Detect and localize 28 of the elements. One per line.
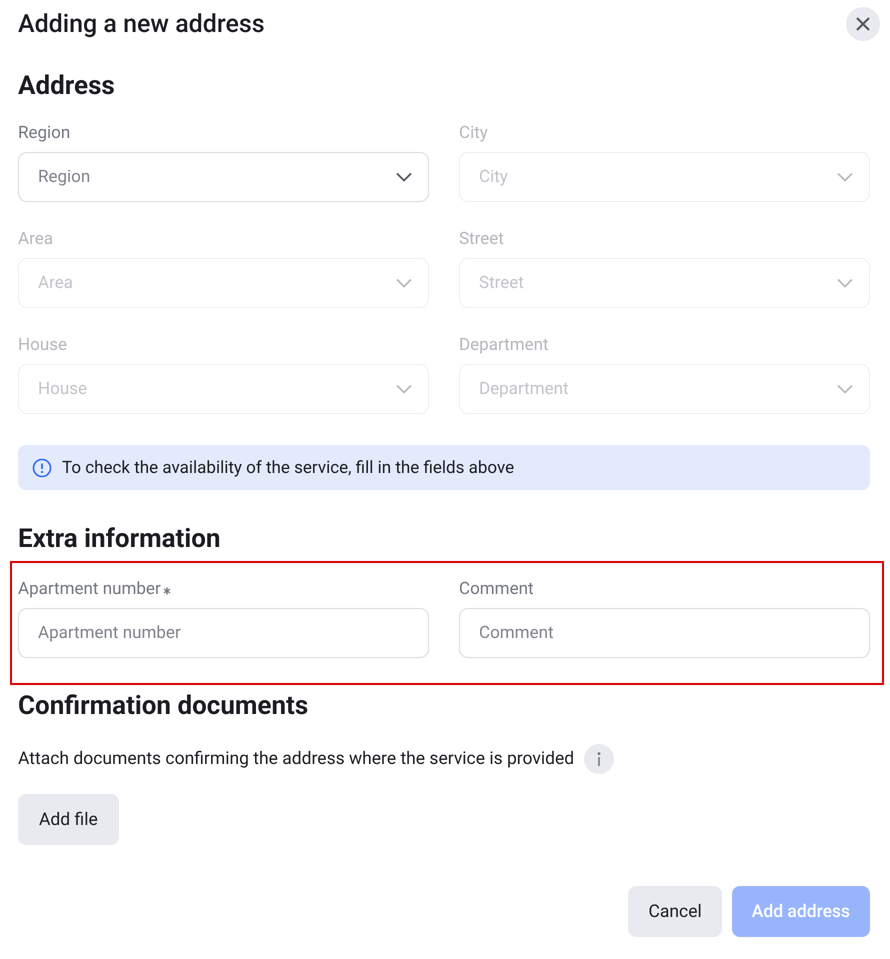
close-icon — [856, 17, 870, 31]
field-label: Street — [459, 228, 504, 250]
field-label: Area — [18, 228, 53, 250]
chevron-down-icon — [396, 384, 412, 394]
field-label: House — [18, 334, 67, 356]
field-label: City — [459, 122, 488, 144]
field-label: Apartment number — [18, 578, 161, 600]
input-field[interactable]: Comment — [459, 608, 870, 658]
chevron-down-icon — [396, 278, 412, 288]
chevron-down-icon — [837, 278, 853, 288]
select-field[interactable]: Region — [18, 152, 429, 202]
field-label: Region — [18, 122, 70, 144]
add-file-button[interactable]: Add file — [18, 794, 119, 845]
cancel-button[interactable]: Cancel — [628, 886, 722, 937]
input-field[interactable]: Apartment number — [18, 608, 429, 658]
chevron-down-icon — [396, 172, 412, 182]
close-button[interactable] — [846, 7, 880, 41]
section-heading: Extra information — [18, 523, 222, 555]
notice-text: To check the availability of the service, fill in the fields above — [62, 458, 514, 478]
field-label: Department — [459, 334, 549, 356]
documents-hint: Attach documents confirming the address where the service is provided — [18, 749, 574, 769]
section-heading: Confirmation documents — [18, 690, 310, 722]
section-heading: Address — [18, 70, 116, 102]
chevron-down-icon — [837, 172, 853, 182]
field-label: Comment — [459, 578, 534, 600]
dialog-title: Adding a new address — [18, 10, 265, 38]
chevron-down-icon — [837, 384, 853, 394]
info-icon — [32, 458, 52, 478]
